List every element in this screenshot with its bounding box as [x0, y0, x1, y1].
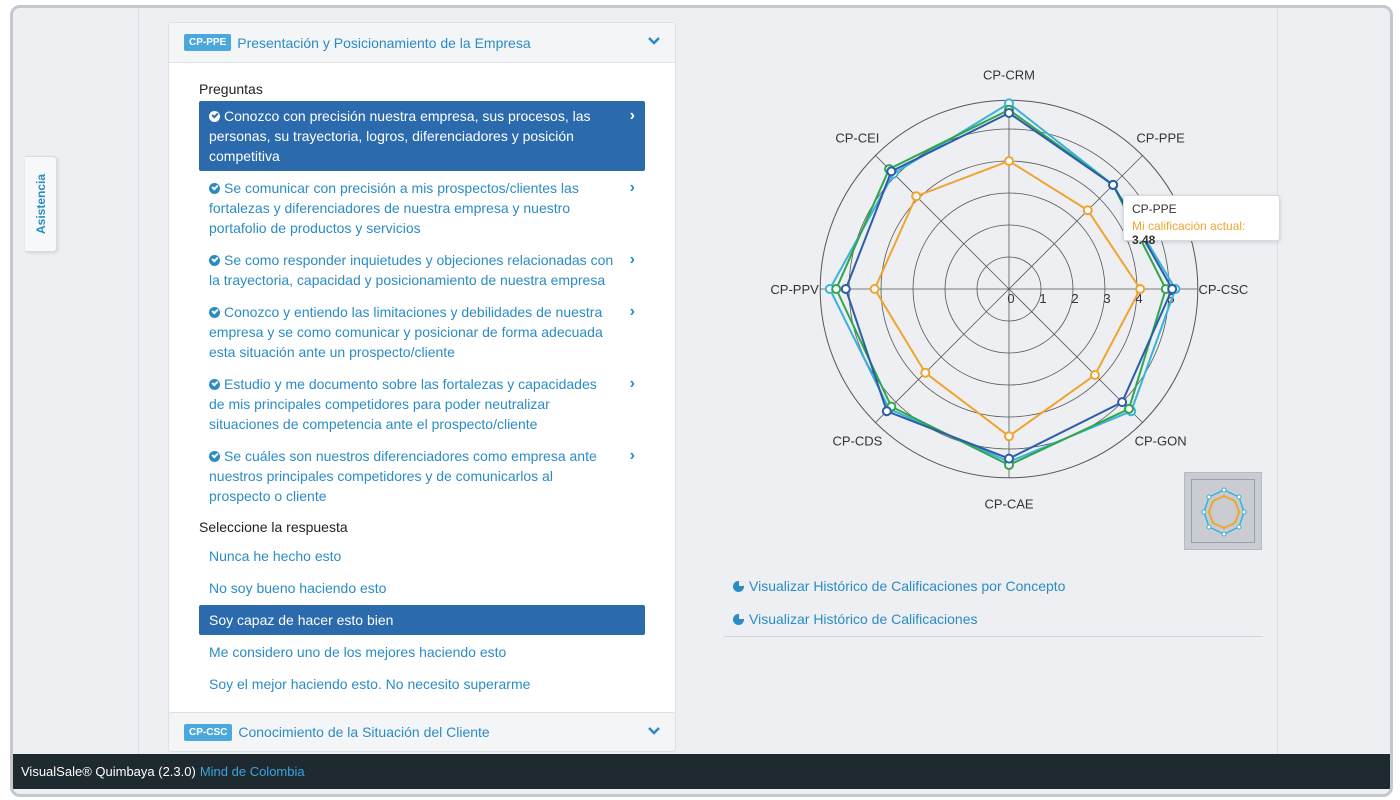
data-point: [1167, 284, 1178, 294]
question-item[interactable]: Se cuáles son nuestros diferenciadores c…: [199, 441, 645, 511]
tooltip-name: CP-PPE: [1132, 202, 1177, 216]
data-point: [1004, 108, 1014, 118]
data-point: [1135, 284, 1146, 294]
question-text: Se comunicar con precisión a mis prospec…: [209, 180, 579, 236]
question-text: Estudio y me documento sobre las fortale…: [209, 376, 597, 432]
concept-panel-ppe: CP-PPE Presentación y Posicionamiento de…: [168, 22, 676, 716]
category-label: CP-GON: [1135, 434, 1187, 449]
question-item[interactable]: Se como responder inquietudes y objecion…: [199, 245, 645, 295]
question-text: Conozco y entiendo las limitaciones y de…: [209, 304, 603, 360]
check-circle-icon: [209, 183, 220, 194]
thumbnail-radar-icon: [1201, 487, 1247, 537]
tick-label: 0: [1007, 291, 1014, 306]
question-text: Conozco con precisión nuestra empresa, s…: [209, 108, 591, 164]
chevron-right-icon: ›: [629, 107, 635, 124]
company-link[interactable]: Mind de Colombia: [200, 764, 305, 779]
assistance-tab[interactable]: Asistencia: [25, 156, 57, 252]
pie-chart-icon: [733, 581, 744, 592]
data-point: [881, 406, 892, 417]
footer-bar: VisualSale® Quimbaya (2.3.0) Mind de Col…: [13, 754, 1390, 789]
check-circle-icon: [209, 255, 220, 266]
chevron-down-icon[interactable]: [647, 724, 661, 738]
data-point: [840, 284, 851, 294]
pie-chart-icon: [733, 614, 744, 625]
data-point: [920, 367, 931, 378]
history-links: Visualizar Histórico de Calificaciones p…: [723, 570, 1263, 637]
questions-label: Preguntas: [199, 81, 263, 97]
history-by-concept-link[interactable]: Visualizar Histórico de Calificaciones p…: [723, 570, 1263, 603]
data-point: [1082, 205, 1093, 216]
answer-option-selected[interactable]: Soy capaz de hacer esto bien: [199, 605, 645, 635]
check-circle-icon: [209, 451, 220, 462]
category-label: CP-CSC: [1198, 282, 1248, 297]
data-point: [1004, 431, 1014, 442]
chevron-right-icon: ›: [629, 179, 635, 196]
questions-list: Conozco con precisión nuestra empresa, s…: [199, 101, 645, 511]
chevron-right-icon: ›: [629, 375, 635, 392]
app-frame: Asistencia CP-PPE Presentación y Posicio…: [10, 5, 1393, 797]
assistance-label: Asistencia: [33, 173, 48, 235]
chevron-right-icon: ›: [629, 303, 635, 320]
tooltip-label: Mi calificación actual:: [1132, 219, 1246, 233]
product-version: VisualSale® Quimbaya (2.3.0): [21, 764, 196, 779]
chevron-down-icon[interactable]: [647, 34, 661, 48]
check-circle-icon: [209, 307, 220, 318]
tooltip-value: 3.48: [1132, 233, 1156, 247]
category-label: CP-CAE: [984, 496, 1033, 511]
tick-label: 3: [1103, 291, 1110, 306]
chart-tooltip: CP-PPE Mi calificación actual: 3.48: [1123, 195, 1280, 247]
question-text: Se cuáles son nuestros diferenciadores c…: [209, 448, 597, 504]
category-label: CP-CDS: [832, 434, 882, 449]
panel-title: Conocimiento de la Situación del Cliente: [238, 724, 490, 740]
tick-label: 1: [1039, 291, 1046, 306]
answer-option[interactable]: No soy bueno haciendo esto: [199, 573, 645, 603]
link-label: Visualizar Histórico de Calificaciones p…: [749, 578, 1066, 594]
panel-header-ppe[interactable]: CP-PPE Presentación y Posicionamiento de…: [169, 23, 675, 63]
data-point: [869, 284, 880, 294]
answer-option[interactable]: Nunca he hecho esto: [199, 541, 645, 571]
chart-thumbnail[interactable]: [1184, 472, 1262, 550]
answers-list: Nunca he hecho esto No soy bueno haciend…: [199, 541, 645, 699]
axis-spoke: [875, 288, 1010, 423]
concept-badge: CP-CSC: [184, 723, 233, 741]
link-label: Visualizar Histórico de Calificaciones: [749, 611, 978, 627]
data-point: [911, 191, 922, 202]
chevron-right-icon: ›: [629, 251, 635, 268]
panel-header-csc[interactable]: CP-CSC Conocimiento de la Situación del …: [168, 712, 676, 752]
tick-label: 2: [1071, 291, 1078, 306]
history-link[interactable]: Visualizar Histórico de Calificaciones: [723, 603, 1263, 636]
chevron-right-icon: ›: [629, 447, 635, 464]
concept-badge: CP-PPE: [184, 34, 232, 51]
category-label: CP-CEI: [835, 130, 879, 145]
data-point: [1089, 369, 1100, 380]
question-item[interactable]: Conozco y entiendo las limitaciones y de…: [199, 297, 645, 367]
data-point: [831, 284, 842, 294]
question-item[interactable]: Estudio y me documento sobre las fortale…: [199, 369, 645, 439]
data-point: [886, 166, 897, 177]
category-label: CP-CRM: [983, 68, 1035, 83]
answer-label: Seleccione la respuesta: [199, 519, 348, 535]
data-point: [1123, 403, 1134, 414]
panel-title: Presentación y Posicionamiento de la Emp…: [237, 34, 531, 51]
data-point: [1117, 397, 1128, 408]
divider: [723, 636, 1263, 637]
data-point: [1004, 453, 1014, 464]
data-point: [1108, 179, 1119, 190]
answer-option[interactable]: Soy el mejor haciendo esto. No necesito …: [199, 669, 645, 699]
question-item[interactable]: Se comunicar con precisión a mis prospec…: [199, 173, 645, 243]
category-label: CP-PPE: [1136, 130, 1185, 145]
question-item[interactable]: Conozco con precisión nuestra empresa, s…: [199, 101, 645, 171]
answer-option[interactable]: Me considero uno de los mejores haciendo…: [199, 637, 645, 667]
check-circle-icon: [209, 379, 220, 390]
category-label: CP-PPV: [770, 282, 819, 297]
data-point: [1004, 156, 1014, 166]
question-text: Se como responder inquietudes y objecion…: [209, 252, 614, 288]
check-circle-icon: [209, 111, 220, 122]
